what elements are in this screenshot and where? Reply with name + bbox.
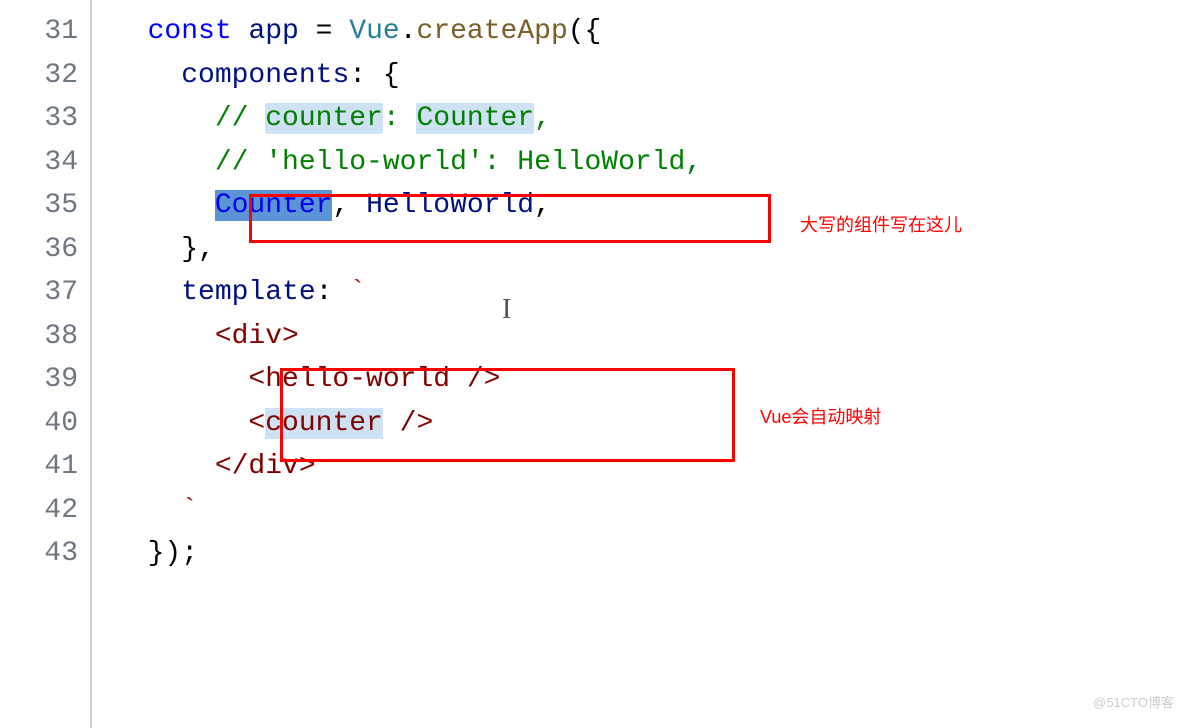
code-line-41[interactable]: </div> (114, 445, 1184, 489)
backtick: ` (349, 277, 366, 308)
code-line-43[interactable]: }); (114, 532, 1184, 576)
code-area[interactable]: const app = Vue.createApp({ components: … (114, 0, 1184, 728)
annotation-2: Vue会自动映射 (760, 404, 881, 432)
prop-components: components (181, 60, 349, 91)
line-number: 39 (0, 358, 78, 402)
comment-colon: : (383, 103, 417, 134)
fn-createapp: createApp (417, 16, 568, 47)
code-line-31[interactable]: const app = Vue.createApp({ (114, 10, 1184, 54)
code-line-39[interactable]: <hello-world /> (114, 358, 1184, 402)
annotation-1: 大写的组件写在这儿 (800, 212, 962, 240)
tag-close: /> (383, 408, 433, 439)
line-number: 40 (0, 402, 78, 446)
brace-close: }, (181, 234, 215, 265)
line-number: 37 (0, 271, 78, 315)
text-cursor-icon: I (502, 288, 511, 331)
line-number: 31 (0, 10, 78, 54)
line-number: 41 (0, 445, 78, 489)
line-number: 35 (0, 184, 78, 228)
code-line-34[interactable]: // 'hello-world': HelloWorld, (114, 141, 1184, 185)
tag-hello-world: <hello-world /> (248, 364, 500, 395)
gutter-divider (90, 0, 92, 728)
line-number: 36 (0, 228, 78, 272)
identifier-helloworld: HelloWorld (366, 190, 534, 221)
operator: = (299, 16, 349, 47)
comment-counter-val: Counter (416, 103, 534, 134)
keyword-const: const (148, 16, 232, 47)
comment-helloworld: // 'hello-world': HelloWorld, (215, 147, 702, 178)
prop-template: template (181, 277, 315, 308)
colon: : (316, 277, 350, 308)
code-line-35[interactable]: Counter, HelloWorld, (114, 184, 1184, 228)
line-number: 38 (0, 315, 78, 359)
dot: . (400, 16, 417, 47)
line-number: 42 (0, 489, 78, 533)
tag-div-open: <div> (215, 321, 299, 352)
code-line-40[interactable]: <counter /> (114, 402, 1184, 446)
code-line-38[interactable]: <div> (114, 315, 1184, 359)
comma: , (534, 190, 551, 221)
code-editor: 31 32 33 34 35 36 37 38 39 40 41 42 43 c… (0, 0, 1184, 728)
code-line-32[interactable]: components: { (114, 54, 1184, 98)
code-line-37[interactable]: template: ` (114, 271, 1184, 315)
comma: , (332, 190, 366, 221)
comment-counter-key: counter (265, 103, 383, 134)
paren: ({ (568, 16, 602, 47)
code-line-36[interactable]: }, (114, 228, 1184, 272)
tag-counter: counter (265, 408, 383, 439)
line-number-gutter: 31 32 33 34 35 36 37 38 39 40 41 42 43 (0, 0, 90, 728)
watermark: @51CTO博客 (1093, 693, 1174, 713)
comment-comma: , (534, 103, 551, 134)
code-line-33[interactable]: // counter: Counter, (114, 97, 1184, 141)
identifier-app: app (248, 16, 298, 47)
identifier-vue: Vue (349, 16, 399, 47)
comment-slash: // (215, 103, 265, 134)
tag-div-close: </div> (215, 451, 316, 482)
code-line-42[interactable]: ` (114, 489, 1184, 533)
tag-open: < (248, 408, 265, 439)
identifier-counter: Counter (215, 190, 333, 221)
backtick: ` (181, 495, 198, 526)
line-number: 34 (0, 141, 78, 185)
line-number: 43 (0, 532, 78, 576)
brace-close: }); (148, 538, 198, 569)
colon: : { (349, 60, 399, 91)
line-number: 33 (0, 97, 78, 141)
line-number: 32 (0, 54, 78, 98)
